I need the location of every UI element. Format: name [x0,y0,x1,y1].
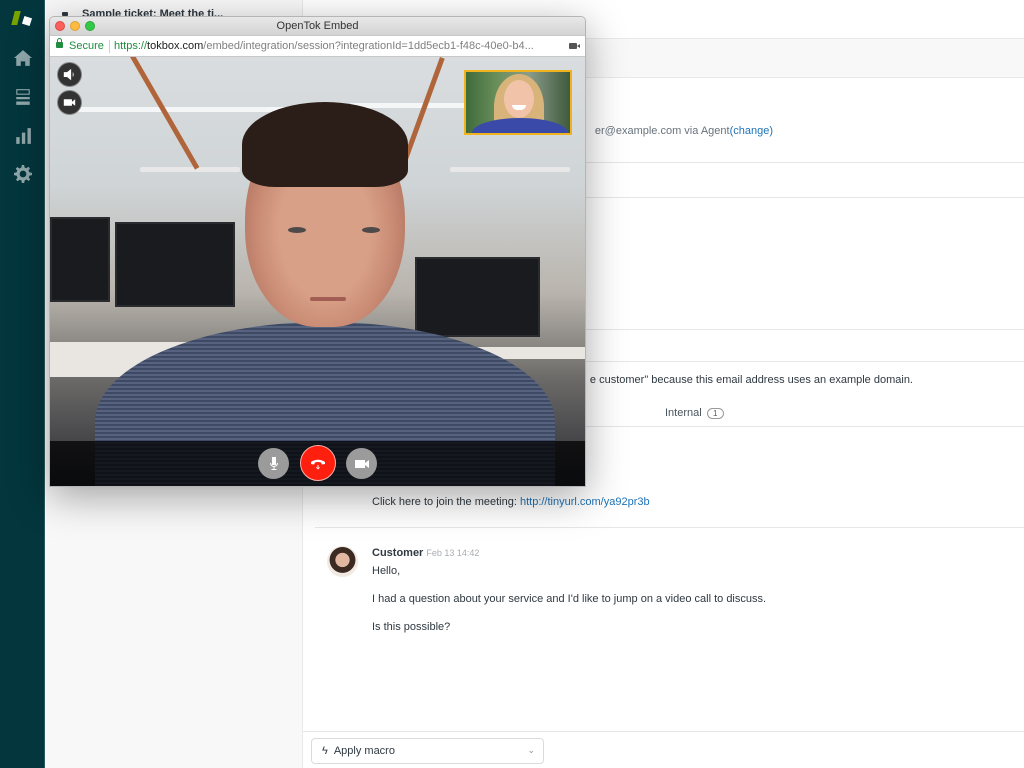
video-camera-icon [63,99,76,106]
nav-reporting[interactable] [0,121,45,151]
meeting-link-prefix: Click here to join the meeting: [372,496,520,508]
minimize-window-button[interactable] [70,21,80,31]
self-view-video [464,70,572,135]
tab-internal-label: Internal [665,407,702,419]
speaker-toggle-button[interactable] [57,62,82,87]
home-icon [13,50,32,66]
secure-label: Secure [69,40,104,52]
phone-hangup-icon [311,459,325,470]
bar-chart-icon [15,128,31,144]
internal-count-badge: 1 [706,407,724,419]
nav-home[interactable] [0,43,45,73]
meeting-link[interactable]: http://tinyurl.com/ya92pr3b [520,496,650,508]
zoom-window-button[interactable] [85,21,95,31]
speaker-icon [63,68,74,81]
hang-up-button[interactable] [300,445,336,481]
message-divider [315,527,1024,528]
message-line: Is this possible? [372,621,451,633]
mute-microphone-button[interactable] [258,448,289,479]
left-nav [0,0,45,768]
zendesk-logo-icon[interactable] [11,9,34,27]
apply-macro-dropdown[interactable]: ϟ Apply macro ⌄ [311,738,544,764]
message-author: Customer Feb 13 14:42 [372,547,479,559]
tab-internal[interactable]: Internal 1 [665,407,724,419]
nav-views[interactable] [0,82,45,112]
customer-avatar [327,546,358,577]
author-name: Customer [372,547,424,559]
ticket-footer: ϟ Apply macro ⌄ [303,731,1024,768]
url-text: https://tokbox.com/embed/integration/ses… [114,36,534,56]
popup-titlebar[interactable]: OpenTok Embed [50,17,585,35]
url-scheme: https:// [114,40,148,52]
microphone-icon [269,456,278,470]
url-host: tokbox.com [147,40,204,52]
subscriber-video-toggle-button[interactable] [57,90,82,115]
message-timestamp: Feb 13 14:42 [426,548,480,558]
meeting-link-line: Click here to join the meeting: http://t… [372,496,650,508]
message-line: Hello, [372,565,401,577]
call-controls-bar [50,441,585,486]
lightning-icon: ϟ [322,745,328,757]
popup-title: OpenTok Embed [276,20,359,32]
url-path: /embed/integration/session?integrationId… [203,40,534,52]
gear-icon [13,165,32,183]
inbox-icon [15,89,30,105]
chevron-down-icon: ⌄ [527,745,535,755]
lock-icon [56,38,63,48]
close-window-button[interactable] [55,21,65,31]
message-line: I had a question about your service and … [372,593,767,605]
apply-macro-label: Apply macro [333,745,395,757]
camera-permission-icon[interactable] [569,43,577,49]
remote-video-stream [50,57,585,486]
requester-text: er@example.com via Agent [594,125,730,137]
change-requester-link[interactable]: (change) [730,125,773,137]
url-bar[interactable]: Secure https://tokbox.com/embed/integrat… [50,35,585,57]
nav-admin[interactable] [0,159,45,189]
video-camera-icon [354,459,369,468]
opentok-popup-window: OpenTok Embed Secure https://tokbox.com/… [49,16,586,487]
toggle-video-button[interactable] [346,448,377,479]
